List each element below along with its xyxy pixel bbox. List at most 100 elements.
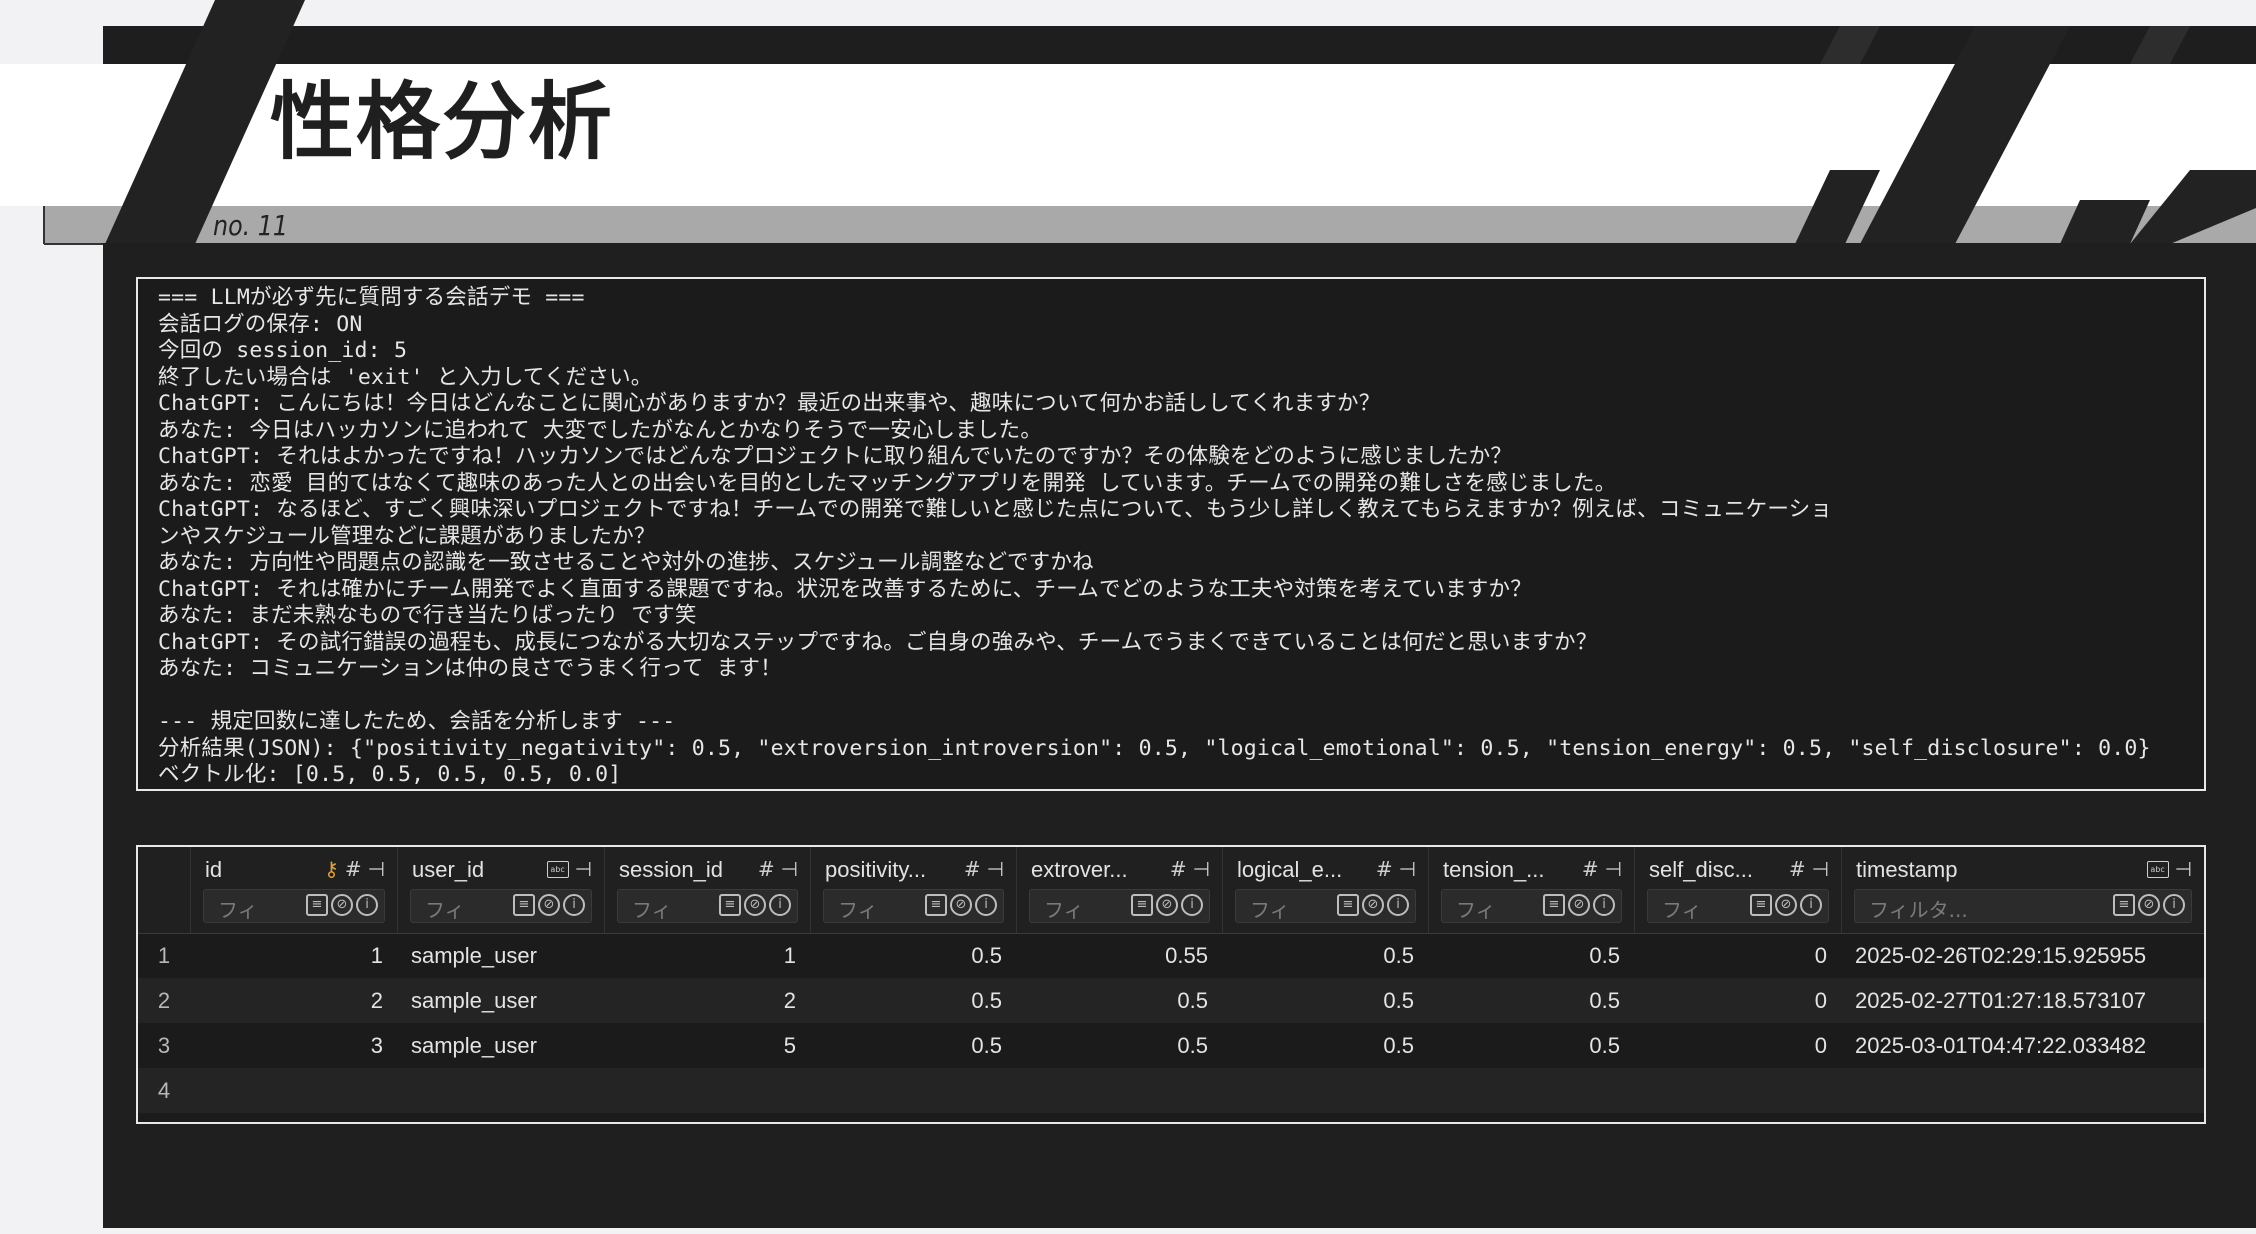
table-row[interactable]: 3 3 sample_user 5 0.5 0.5 0.5 0.5 0 2025-03-01T04… <box>138 1023 2204 1068</box>
table-cell[interactable] <box>1634 1068 1841 1113</box>
filter-list-icon[interactable]: ≡ <box>719 894 741 916</box>
column-header-1[interactable]: user_id abc ⊣ フィ ≡ ⊘ i <box>397 847 604 933</box>
pin-icon[interactable]: ⊣ <box>1812 857 1829 881</box>
table-cell[interactable]: 0.5 <box>810 933 1016 978</box>
pin-icon[interactable]: ⊣ <box>368 857 385 881</box>
filter-list-icon[interactable]: ≡ <box>1337 894 1359 916</box>
table-cell[interactable]: 1 <box>190 933 397 978</box>
filter-list-icon[interactable]: ≡ <box>2113 894 2135 916</box>
table-cell[interactable]: 2025-02-26T02:29:15.925955 <box>1841 933 2204 978</box>
table-cell[interactable] <box>810 1068 1016 1113</box>
table-cell[interactable] <box>1016 1068 1222 1113</box>
pin-icon[interactable]: ⊣ <box>2175 857 2192 881</box>
column-header-8[interactable]: timestamp abc ⊣ フィルタ... ≡ ⊘ i <box>1841 847 2204 933</box>
table-cell[interactable]: 0.5 <box>1428 933 1634 978</box>
table-cell[interactable] <box>1841 1068 2204 1113</box>
table-cell[interactable]: 2 <box>604 978 810 1023</box>
data-table[interactable]: id ⚷ # ⊣ フィ ≡ ⊘ i user_id abc ⊣ フィ ≡ ⊘ i session_id # ⊣ フィ… <box>136 845 2206 1124</box>
filter-null-icon[interactable]: ⊘ <box>950 894 972 916</box>
filter-null-icon[interactable]: ⊘ <box>1568 894 1590 916</box>
table-cell[interactable]: 0 <box>1634 1023 1841 1068</box>
column-filter-input[interactable]: フィ ≡ ⊘ i <box>1647 889 1829 923</box>
table-cell[interactable]: 0.5 <box>1016 978 1222 1023</box>
table-cell[interactable]: 0.5 <box>1222 933 1428 978</box>
column-icons: # ⊣ <box>1582 857 1622 881</box>
filter-null-icon[interactable]: ⊘ <box>1156 894 1178 916</box>
filter-info-icon[interactable]: i <box>1593 894 1615 916</box>
table-cell[interactable]: 0 <box>1634 933 1841 978</box>
terminal-output[interactable]: === LLMが必ず先に質問する会話デモ === 会話ログの保存: ON 今回の s… <box>136 277 2206 791</box>
column-filter-input[interactable]: フィ ≡ ⊘ i <box>617 889 798 923</box>
filter-null-icon[interactable]: ⊘ <box>1775 894 1797 916</box>
table-cell[interactable]: 0.5 <box>1428 1023 1634 1068</box>
filter-null-icon[interactable]: ⊘ <box>538 894 560 916</box>
filter-list-icon[interactable]: ≡ <box>925 894 947 916</box>
column-filter-input[interactable]: フィ ≡ ⊘ i <box>1235 889 1416 923</box>
row-number: 4 <box>157 1078 171 1103</box>
column-header-4[interactable]: extrover... # ⊣ フィ ≡ ⊘ i <box>1016 847 1222 933</box>
column-header-6[interactable]: tension_... # ⊣ フィ ≡ ⊘ i <box>1428 847 1634 933</box>
pin-icon[interactable]: ⊣ <box>987 857 1004 881</box>
table-row[interactable]: 2 2 sample_user 2 0.5 0.5 0.5 0.5 0 2025-02-27T01… <box>138 978 2204 1023</box>
filter-null-icon[interactable]: ⊘ <box>744 894 766 916</box>
column-filter-input[interactable]: フィ ≡ ⊘ i <box>1029 889 1210 923</box>
table-cell[interactable]: 0.5 <box>1016 1023 1222 1068</box>
column-header-3[interactable]: positivity... # ⊣ フィ ≡ ⊘ i <box>810 847 1016 933</box>
pin-icon[interactable]: ⊣ <box>575 857 592 881</box>
table-cell[interactable]: 0.5 <box>1222 978 1428 1023</box>
table-cell[interactable]: 0.5 <box>810 978 1016 1023</box>
pin-icon[interactable]: ⊣ <box>781 857 798 881</box>
filter-info-icon[interactable]: i <box>356 894 378 916</box>
filter-info-icon[interactable]: i <box>1800 894 1822 916</box>
table-cell[interactable] <box>604 1068 810 1113</box>
filter-list-icon[interactable]: ≡ <box>1750 894 1772 916</box>
filter-info-icon[interactable]: i <box>2163 894 2185 916</box>
table-cell[interactable]: 2025-03-01T04:47:22.033482 <box>1841 1023 2204 1068</box>
table-cell[interactable] <box>397 1068 604 1113</box>
table-cell[interactable]: 2 <box>190 978 397 1023</box>
column-header-5[interactable]: logical_e... # ⊣ フィ ≡ ⊘ i <box>1222 847 1428 933</box>
filter-null-icon[interactable]: ⊘ <box>2138 894 2160 916</box>
text-type-icon: abc <box>2146 860 2169 878</box>
column-name: user_id <box>412 857 485 882</box>
filter-info-icon[interactable]: i <box>563 894 585 916</box>
pin-icon[interactable]: ⊣ <box>1193 857 1210 881</box>
pin-icon[interactable]: ⊣ <box>1399 857 1416 881</box>
column-header-2[interactable]: session_id # ⊣ フィ ≡ ⊘ i <box>604 847 810 933</box>
column-filter-input[interactable]: フィ ≡ ⊘ i <box>1441 889 1622 923</box>
table-cell[interactable]: 2025-02-27T01:27:18.573107 <box>1841 978 2204 1023</box>
table-cell[interactable]: sample_user <box>397 978 604 1023</box>
table-cell[interactable]: sample_user <box>397 1023 604 1068</box>
table-row[interactable]: 4 <box>138 1068 2204 1113</box>
table-cell[interactable]: 0.55 <box>1016 933 1222 978</box>
table-cell[interactable]: 5 <box>604 1023 810 1068</box>
column-filter-input[interactable]: フィ ≡ ⊘ i <box>823 889 1004 923</box>
filter-info-icon[interactable]: i <box>1387 894 1409 916</box>
table-cell[interactable] <box>1428 1068 1634 1113</box>
filter-list-icon[interactable]: ≡ <box>306 894 328 916</box>
column-header-7[interactable]: self_disc... # ⊣ フィ ≡ ⊘ i <box>1634 847 1841 933</box>
column-filter-input[interactable]: フィ ≡ ⊘ i <box>410 889 592 923</box>
filter-list-icon[interactable]: ≡ <box>1131 894 1153 916</box>
table-cell[interactable] <box>1222 1068 1428 1113</box>
filter-null-icon[interactable]: ⊘ <box>1362 894 1384 916</box>
filter-info-icon[interactable]: i <box>1181 894 1203 916</box>
filter-null-icon[interactable]: ⊘ <box>331 894 353 916</box>
table-cell[interactable]: 1 <box>604 933 810 978</box>
column-header-0[interactable]: id ⚷ # ⊣ フィ ≡ ⊘ i <box>190 847 397 933</box>
column-filter-input[interactable]: フィルタ... ≡ ⊘ i <box>1854 889 2192 923</box>
table-cell[interactable]: 0.5 <box>1428 978 1634 1023</box>
table-cell[interactable]: sample_user <box>397 933 604 978</box>
filter-info-icon[interactable]: i <box>769 894 791 916</box>
filter-list-icon[interactable]: ≡ <box>1543 894 1565 916</box>
pin-icon[interactable]: ⊣ <box>1605 857 1622 881</box>
table-cell[interactable]: 0.5 <box>810 1023 1016 1068</box>
table-cell[interactable] <box>190 1068 397 1113</box>
filter-info-icon[interactable]: i <box>975 894 997 916</box>
filter-list-icon[interactable]: ≡ <box>513 894 535 916</box>
table-cell[interactable]: 0.5 <box>1222 1023 1428 1068</box>
table-cell[interactable]: 3 <box>190 1023 397 1068</box>
table-cell[interactable]: 0 <box>1634 978 1841 1023</box>
table-row[interactable]: 1 1 sample_user 1 0.5 0.55 0.5 0.5 0 2025-02-26T0… <box>138 933 2204 978</box>
column-filter-input[interactable]: フィ ≡ ⊘ i <box>203 889 385 923</box>
